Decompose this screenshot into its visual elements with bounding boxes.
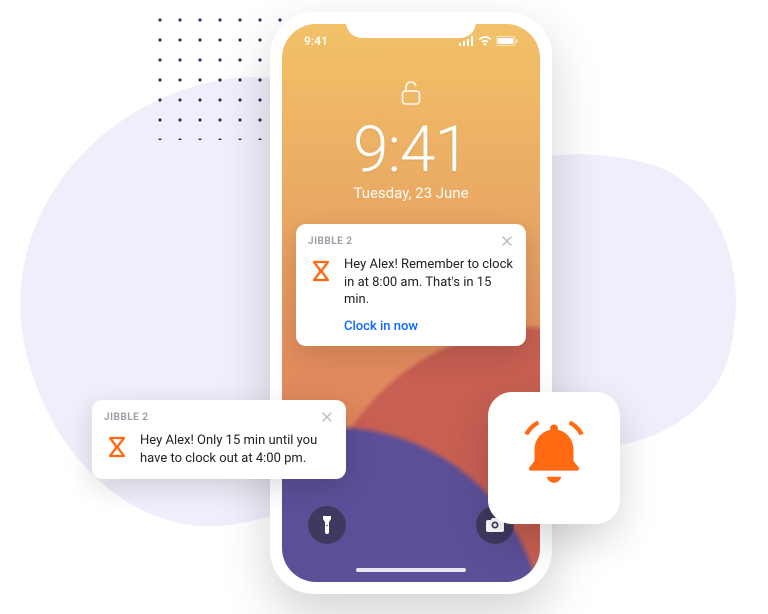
- flashlight-icon: [320, 516, 334, 534]
- close-icon[interactable]: [320, 410, 334, 424]
- phone-notch: [346, 12, 476, 38]
- battery-icon: [496, 36, 518, 46]
- notification-card-primary[interactable]: JIBBLE 2 Hey Alex! Remember to clock in …: [296, 224, 526, 346]
- home-indicator[interactable]: [356, 568, 466, 572]
- hourglass-icon: [104, 434, 130, 460]
- notification-header: JIBBLE 2: [104, 410, 334, 424]
- hourglass-icon: [308, 258, 334, 284]
- notification-app-name: JIBBLE 2: [104, 412, 149, 423]
- notification-message: Hey Alex! Remember to clock in at 8:00 a…: [344, 256, 514, 309]
- notification-card-secondary[interactable]: JIBBLE 2 Hey Alex! Only 15 min until you…: [92, 400, 346, 479]
- wifi-icon: [478, 36, 492, 46]
- notification-app-name: JIBBLE 2: [308, 236, 353, 247]
- close-icon[interactable]: [500, 234, 514, 248]
- bell-icon: [515, 417, 593, 499]
- status-time: 9:41: [304, 34, 328, 48]
- clock-in-button[interactable]: Clock in now: [344, 319, 514, 334]
- lockscreen-date: Tuesday, 23 June: [282, 184, 540, 202]
- notification-header: JIBBLE 2: [308, 234, 514, 248]
- lockscreen-time: 9:41: [282, 118, 540, 182]
- notification-message: Hey Alex! Only 15 min until you have to …: [140, 432, 334, 467]
- unlock-icon: [401, 80, 421, 110]
- status-right: [459, 34, 518, 48]
- flashlight-button[interactable]: [308, 506, 346, 544]
- alert-card: [488, 392, 620, 524]
- lockscreen-area: 9:41 Tuesday, 23 June: [282, 80, 540, 202]
